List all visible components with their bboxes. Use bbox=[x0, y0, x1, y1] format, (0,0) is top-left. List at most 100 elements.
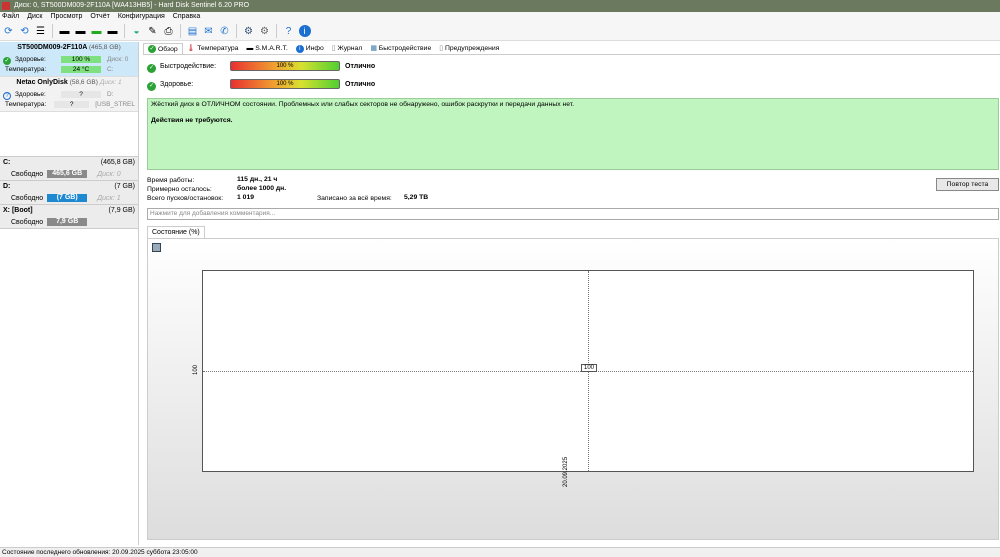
settings-icon[interactable]: ⚙ bbox=[242, 25, 255, 38]
smart-icon: ▬ bbox=[246, 45, 254, 52]
health-chart: 100 100 20.09.2025 bbox=[147, 238, 999, 540]
volume-disk: Диск: 1 bbox=[97, 194, 121, 202]
temp-bar: ? bbox=[54, 100, 90, 108]
free-bar: 465,6 GB bbox=[47, 170, 88, 178]
refresh-icon[interactable]: ⟳ bbox=[2, 25, 15, 38]
disk-panel: ST500DM009-2F110A (465,8 GB) ✓ Здоровье: 1… bbox=[0, 42, 139, 545]
tab-performance[interactable]: ▦ Быстродействие bbox=[366, 43, 435, 54]
uptime-label: Время работы: bbox=[147, 177, 195, 184]
tab-label: Инфо bbox=[305, 45, 324, 52]
performance-rating: Отлично bbox=[345, 62, 376, 70]
status-description: Жёсткий диск в ОТЛИЧНОМ состоянии. Пробл… bbox=[147, 98, 999, 170]
tab-bar: ✓ Обзор 🌡 Температура ▬ S.M.A.R.T. i Инфо ▯ Ж… bbox=[143, 43, 1000, 55]
printer-icon[interactable]: ⎙ bbox=[162, 25, 175, 38]
tools-icon[interactable]: ✎ bbox=[146, 25, 159, 38]
volume-name: D: bbox=[3, 183, 11, 190]
volume-item[interactable]: D: (7 GB) Свободно (7 GB) Диск: 1 bbox=[0, 181, 138, 205]
tab-label: Предупреждения bbox=[445, 45, 500, 52]
menu-bar: Файл Диск Просмотр Отчёт Конфигурация Справка bbox=[0, 12, 1000, 22]
tab-label: Температура bbox=[197, 45, 239, 52]
health-rating: Отлично bbox=[345, 80, 376, 88]
check-icon: ✓ bbox=[148, 45, 156, 53]
health-bar: 100 % bbox=[61, 55, 101, 63]
written-label: Записано за всё время: bbox=[317, 195, 392, 202]
data-point-label: 100 bbox=[581, 364, 598, 372]
comment-input[interactable]: Нажмите для добавления комментария... bbox=[147, 208, 999, 220]
volume-size: (465,8 GB) bbox=[100, 159, 135, 166]
action-text: Действия не требуются. bbox=[151, 117, 233, 124]
refresh-all-icon[interactable]: ⟲ bbox=[18, 25, 31, 38]
volume-item[interactable]: X: [Boot] (7,9 GB) Свободно 7,9 GB bbox=[0, 205, 138, 229]
title-bar: Диск: 0, ST500DM009-2F110A [WA413HB5] - … bbox=[0, 0, 1000, 12]
tab-temperature[interactable]: 🌡 Температура bbox=[183, 43, 243, 54]
tab-log[interactable]: ▯ Журнал bbox=[328, 43, 367, 54]
unknown-icon: ? bbox=[3, 91, 11, 100]
app-icon bbox=[2, 2, 10, 10]
tab-info[interactable]: i Инфо bbox=[292, 43, 328, 54]
thermometer-icon: 🌡 bbox=[186, 45, 196, 52]
menu-view[interactable]: Просмотр bbox=[50, 12, 88, 22]
health-bar: 100 % bbox=[230, 79, 340, 89]
menu-file[interactable]: Файл bbox=[2, 12, 25, 22]
written-value: 5,29 TB bbox=[404, 194, 429, 201]
tab-overview[interactable]: ✓ Обзор bbox=[143, 43, 183, 54]
volume-name: X: [Boot] bbox=[3, 207, 33, 214]
menu-config[interactable]: Конфигурация bbox=[118, 12, 171, 22]
tab-health-chart[interactable]: Состояние (%) bbox=[147, 226, 205, 238]
disk-search-icon[interactable]: ▬ bbox=[106, 25, 119, 38]
mail-icon[interactable]: ✉ bbox=[202, 25, 215, 38]
disk-check-icon[interactable]: ▬ bbox=[90, 25, 103, 38]
check-icon: ✓ bbox=[147, 63, 156, 73]
starts-value: 1 019 bbox=[237, 194, 255, 201]
status-bar: Состояние последнего обновления: 20.09.2… bbox=[0, 547, 1000, 557]
retest-button[interactable]: Повтор теста bbox=[936, 178, 999, 191]
temp-label: Температура: bbox=[5, 65, 47, 73]
save-icon[interactable] bbox=[152, 243, 161, 252]
free-bar: 7,9 GB bbox=[47, 218, 88, 226]
backup-icon[interactable]: ◒ bbox=[130, 25, 143, 38]
disk-item[interactable]: Netac OnlyDisk (58,6 GB) Диск: 1 ? Здоров… bbox=[0, 77, 138, 112]
send-report-icon[interactable]: ✆ bbox=[218, 25, 231, 38]
info-icon: i bbox=[295, 44, 304, 53]
report-icon[interactable]: ▤ bbox=[186, 25, 199, 38]
volume-disk: Диск: 0 bbox=[97, 170, 121, 178]
health-label: Здоровье: bbox=[15, 55, 46, 63]
drive-letter: C: bbox=[107, 65, 114, 73]
tab-label: S.M.A.R.T. bbox=[255, 45, 288, 52]
free-label: Свободно bbox=[11, 194, 44, 202]
window-title: Диск: 0, ST500DM009-2F110A [WA413HB5] - … bbox=[14, 2, 250, 9]
free-label: Свободно bbox=[11, 170, 44, 178]
starts-label: Всего пусков/остановок: bbox=[147, 195, 224, 202]
menu-disk[interactable]: Диск bbox=[27, 12, 48, 22]
y-tick-label: 100 bbox=[193, 364, 200, 376]
free-bar: (7 GB) bbox=[47, 194, 88, 202]
tab-label: Быстродействие bbox=[378, 45, 432, 52]
disk-name: Netac OnlyDisk bbox=[16, 79, 68, 86]
disk-item[interactable]: ST500DM009-2F110A (465,8 GB) ✓ Здоровье: 1… bbox=[0, 42, 138, 77]
volume-size: (7,9 GB) bbox=[108, 207, 135, 214]
help-icon[interactable]: ? bbox=[282, 25, 295, 38]
temp-bar: 24 °C bbox=[61, 65, 101, 73]
disk-test-icon[interactable]: ▬ bbox=[74, 25, 87, 38]
info-icon[interactable]: i bbox=[298, 25, 311, 38]
remaining-value: более 1000 дн. bbox=[237, 185, 287, 192]
menu-report[interactable]: Отчёт bbox=[90, 12, 115, 22]
tab-label: Журнал bbox=[337, 45, 363, 52]
tab-smart[interactable]: ▬ S.M.A.R.T. bbox=[242, 43, 291, 54]
disk-size: (58,6 GB) bbox=[69, 79, 98, 86]
remaining-label: Примерно осталось: bbox=[147, 186, 212, 193]
disk-icon[interactable]: ▬ bbox=[58, 25, 71, 38]
disk-list-icon[interactable]: ☰ bbox=[34, 25, 47, 38]
disk-interface: [USB_STREL bbox=[95, 100, 135, 108]
uptime-value: 115 дн., 21 ч bbox=[237, 176, 278, 183]
ok-icon: ✓ bbox=[3, 56, 11, 65]
disk-settings-icon[interactable]: ⚙ bbox=[258, 25, 271, 38]
health-meter: ✓ Здоровье: 100 % Отлично bbox=[147, 78, 376, 91]
plot-area: 100 bbox=[202, 270, 974, 472]
volume-item[interactable]: C: (465,8 GB) Свободно 465,6 GB Диск: 0 bbox=[0, 157, 138, 181]
health-bar: ? bbox=[61, 90, 101, 98]
tab-warnings[interactable]: ▯ Предупреждения bbox=[435, 43, 503, 54]
check-icon: ✓ bbox=[147, 81, 156, 91]
menu-help[interactable]: Справка bbox=[173, 12, 206, 22]
warnings-icon: ▯ bbox=[439, 45, 443, 52]
